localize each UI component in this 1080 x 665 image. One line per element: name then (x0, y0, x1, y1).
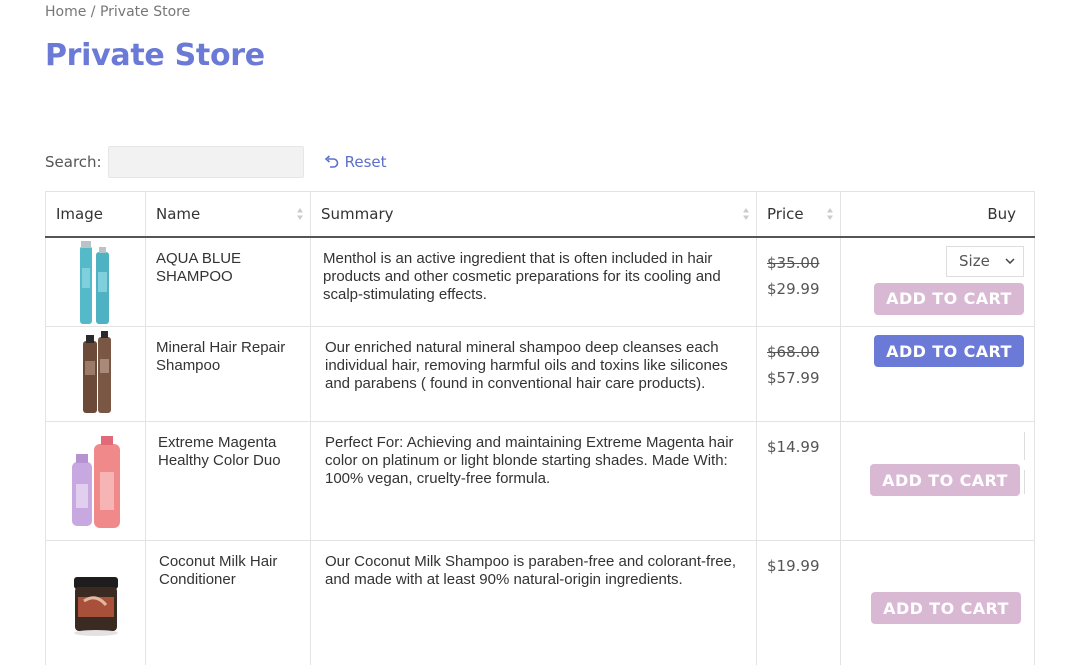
shampoo-bottles-image[interactable] (66, 238, 126, 326)
add-to-cart-button[interactable]: ADD TO CART (874, 282, 1024, 315)
product-summary: Perfect For: Achieving and maintaining E… (310, 421, 757, 541)
breadcrumb-current: Private Store (99, 4, 191, 20)
sort-icon (297, 207, 303, 220)
product-image-cell (45, 540, 146, 665)
size-select-value: Size (959, 252, 990, 270)
undo-icon (324, 155, 338, 168)
header-buy: Buy (840, 191, 1035, 238)
conditioner-jar-image[interactable] (66, 571, 126, 641)
product-name: Extreme Magenta Healthy Color Duo (145, 421, 311, 541)
original-price: $68.00 (767, 343, 820, 361)
add-to-cart-button[interactable]: ADD TO CART (870, 464, 1020, 496)
sort-icon (743, 207, 749, 220)
table-header-row: Image Name Summary Price Buy (45, 191, 1035, 238)
divider (1024, 432, 1025, 460)
product-summary: Our Coconut Milk Shampoo is paraben-free… (310, 540, 757, 665)
breadcrumb-separator: / (86, 4, 100, 20)
reset-link[interactable]: Reset (324, 153, 387, 171)
original-price: $35.00 (767, 253, 820, 272)
divider (1024, 470, 1025, 494)
header-image: Image (45, 191, 146, 238)
shampoo-bottles-image[interactable] (66, 327, 126, 417)
sale-price: $29.99 (767, 279, 820, 298)
breadcrumb: Home / Private Store (45, 4, 190, 20)
conditioner-duo-image[interactable] (66, 432, 126, 532)
add-to-cart-button[interactable]: ADD TO CART (871, 592, 1021, 624)
table-row: AQUA BLUE SHAMPOO Menthol is an active i… (45, 236, 1035, 327)
reset-label: Reset (344, 153, 387, 171)
buy-cell: ADD TO CART (840, 540, 1035, 665)
sale-price: $14.99 (767, 438, 820, 456)
product-summary: Our enriched natural mineral shampoo dee… (310, 326, 757, 422)
products-table: Image Name Summary Price Buy AQUA BLUE S… (45, 191, 1035, 665)
product-image-cell (45, 421, 146, 541)
chevron-down-icon (1005, 258, 1015, 264)
product-price-cell: $19.99 (756, 540, 841, 665)
search-label: Search: (45, 153, 102, 171)
add-to-cart-button[interactable]: ADD TO CART (874, 335, 1024, 367)
header-summary-label: Summary (321, 204, 394, 223)
table-row: Extreme Magenta Healthy Color Duo Perfec… (45, 421, 1035, 541)
page-title: Private Store (45, 38, 265, 73)
product-name: AQUA BLUE SHAMPOO (145, 236, 311, 327)
product-price-cell: $14.99 (756, 421, 841, 541)
header-summary[interactable]: Summary (310, 191, 757, 238)
buy-cell: ADD TO CART (840, 421, 1035, 541)
buy-cell: ADD TO CART (840, 326, 1035, 422)
buy-cell: Size ADD TO CART (840, 236, 1035, 327)
header-price[interactable]: Price (756, 191, 841, 238)
product-summary: Menthol is an active ingredient that is … (310, 236, 757, 327)
sale-price: $19.99 (767, 557, 820, 575)
product-name: Mineral Hair Repair Shampoo (145, 326, 311, 422)
search-input[interactable] (107, 146, 304, 178)
header-price-label: Price (767, 204, 804, 223)
breadcrumb-home-link[interactable]: Home (45, 4, 86, 20)
sale-price: $57.99 (767, 369, 820, 387)
product-price-cell: $35.00 $29.99 (756, 236, 841, 327)
product-image-cell (45, 326, 146, 422)
product-image-cell (45, 236, 146, 327)
sort-icon (827, 207, 833, 220)
header-name-label: Name (156, 204, 201, 223)
product-name: Coconut Milk Hair Conditioner (145, 540, 311, 665)
table-row: Coconut Milk Hair Conditioner Our Coconu… (45, 540, 1035, 665)
size-select[interactable]: Size (946, 245, 1024, 277)
table-row: Mineral Hair Repair Shampoo Our enriched… (45, 326, 1035, 422)
search-bar: Search: Reset (45, 146, 387, 178)
header-name[interactable]: Name (145, 191, 311, 238)
product-price-cell: $68.00 $57.99 (756, 326, 841, 422)
